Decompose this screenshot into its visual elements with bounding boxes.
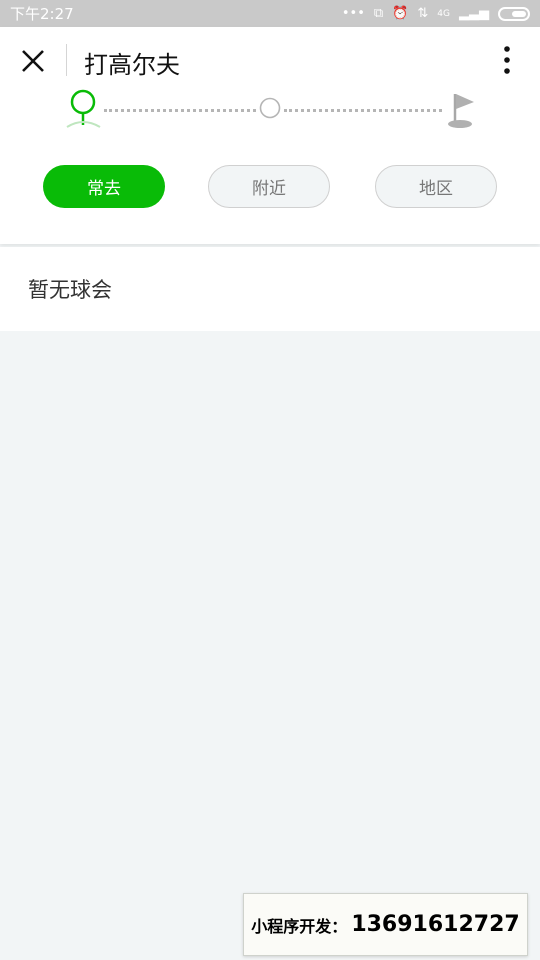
- status-icons: ••• ⧉ ⏰ ⇅ 4G ▂▃▅: [342, 6, 530, 21]
- navbar: 打高尔夫: [0, 27, 540, 93]
- tab-frequent[interactable]: 常去: [43, 165, 165, 208]
- step-circle-icon: [259, 97, 281, 119]
- empty-state-text: 暂无球会: [28, 278, 112, 302]
- battery-icon: [498, 6, 530, 21]
- step-connector: [104, 109, 256, 112]
- nav-divider: [66, 44, 67, 76]
- close-icon[interactable]: [16, 44, 50, 78]
- header-card: 打高尔夫 常去 附近 地区: [0, 27, 540, 244]
- copy-icon: ⧉: [373, 6, 384, 21]
- page-title: 打高尔夫: [84, 51, 180, 79]
- tab-region[interactable]: 地区: [375, 165, 497, 208]
- step-connector: [284, 109, 442, 112]
- tab-nearby[interactable]: 附近: [208, 165, 330, 208]
- contact-label: 小程序开发：: [251, 916, 348, 936]
- contact-phone: 13691612727: [351, 912, 520, 937]
- location-pin-icon: [66, 89, 101, 128]
- contact-banner: 小程序开发： 13691612727: [243, 893, 528, 956]
- status-bar: 下午2:27 ••• ⧉ ⏰ ⇅ 4G ▂▃▅: [0, 0, 540, 27]
- data-transfer-icon: ⇅: [417, 6, 429, 21]
- alarm-icon: ⏰: [392, 6, 409, 21]
- signal-icon: ▂▃▅: [459, 6, 489, 21]
- more-options-icon[interactable]: [496, 43, 518, 77]
- status-time: 下午2:27: [10, 5, 74, 23]
- progress-steps: [0, 89, 540, 131]
- more-dots-icon: •••: [341, 6, 365, 21]
- golf-flag-icon: [448, 94, 474, 128]
- empty-state-card: 暂无球会: [0, 247, 540, 331]
- network-type: 4G: [437, 8, 450, 19]
